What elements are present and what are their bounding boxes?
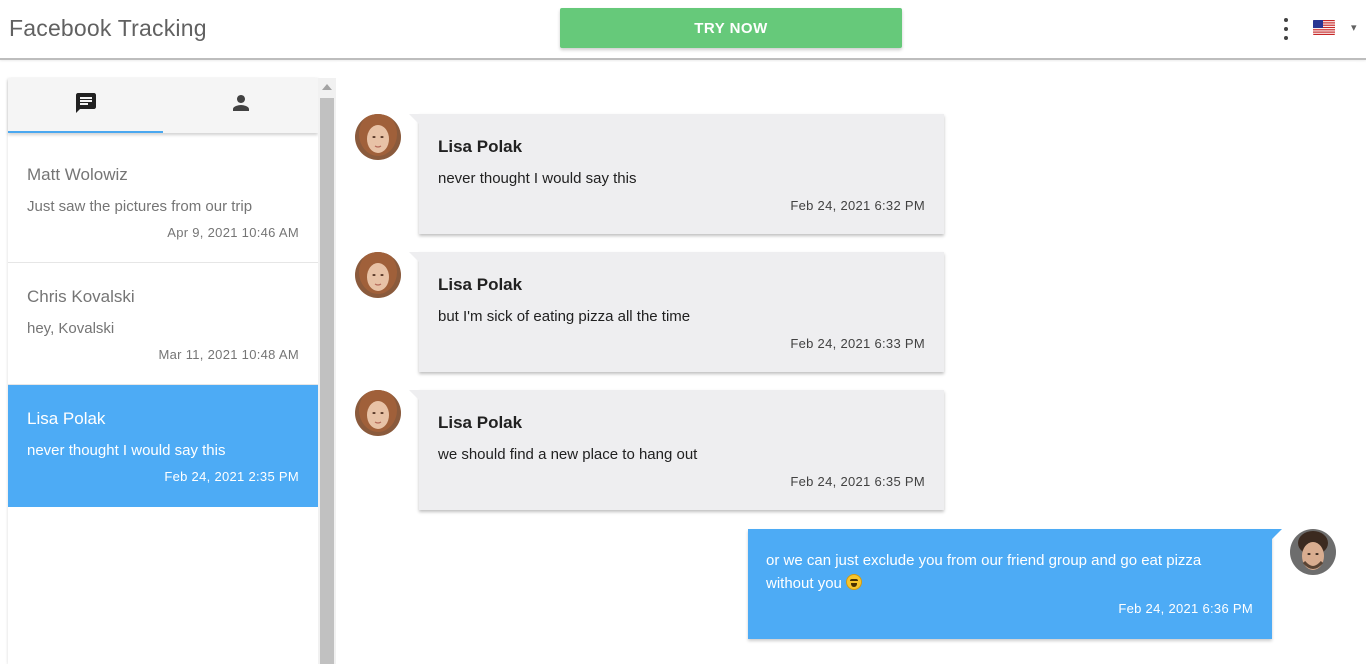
app-header: Facebook Tracking TRY NOW ▾ [0, 0, 1366, 60]
message-text: never thought I would say this [438, 170, 637, 187]
message-text: or we can just exclude you from our frie… [766, 552, 1202, 592]
message-time: Feb 24, 2021 6:36 PM [1118, 601, 1253, 616]
avatar[interactable] [355, 114, 401, 160]
conversation-list: Matt Wolowiz Just saw the pictures from … [8, 141, 318, 507]
chat-panel: Lisa Polak never thought I would say thi… [337, 62, 1356, 664]
conversation-preview: hey, Kovalski [27, 320, 115, 337]
message-bubble: Lisa Polak but I'm sick of eating pizza … [409, 252, 944, 372]
message-bubble: Lisa Polak never thought I would say thi… [409, 114, 944, 234]
tab-messages[interactable] [8, 78, 163, 133]
conversation-date: Apr 9, 2021 10:46 AM [167, 225, 299, 240]
list-item-selected[interactable]: Lisa Polak never thought I would say thi… [8, 385, 318, 507]
laughing-emoji-icon [846, 574, 863, 590]
avatar[interactable] [355, 390, 401, 436]
message-sender: Lisa Polak [438, 413, 523, 432]
conversation-name: Chris Kovalski [27, 287, 135, 306]
message-time: Feb 24, 2021 6:33 PM [790, 336, 925, 351]
conversation-preview: Just saw the pictures from our trip [27, 198, 253, 215]
conversation-preview: never thought I would say this [27, 442, 226, 459]
tab-contacts[interactable] [163, 78, 318, 133]
conversation-date: Mar 11, 2021 10:48 AM [158, 347, 299, 362]
message-time: Feb 24, 2021 6:35 PM [790, 474, 925, 489]
person-icon [229, 91, 253, 120]
conversation-name: Lisa Polak [27, 409, 106, 428]
scrollbar-thumb[interactable] [320, 98, 334, 664]
more-vert-icon[interactable] [1278, 18, 1294, 40]
outgoing-message-bubble: or we can just exclude you from our frie… [748, 529, 1282, 639]
try-now-button[interactable]: TRY NOW [560, 8, 902, 48]
message-text: we should find a new place to hang out [438, 446, 698, 463]
message-sender: Lisa Polak [438, 137, 523, 156]
message-sender: Lisa Polak [438, 275, 523, 294]
avatar[interactable] [355, 252, 401, 298]
scroll-up-icon[interactable] [322, 84, 332, 90]
sidebar-scrollbar[interactable] [318, 78, 336, 664]
list-item[interactable]: Chris Kovalski hey, Kovalski Mar 11, 202… [8, 263, 318, 385]
conversation-sidebar: Matt Wolowiz Just saw the pictures from … [8, 78, 318, 664]
conversation-name: Matt Wolowiz [27, 165, 128, 184]
chevron-down-icon[interactable]: ▾ [1351, 21, 1357, 34]
message-bubble: Lisa Polak we should find a new place to… [409, 390, 944, 510]
message-text: but I'm sick of eating pizza all the tim… [438, 308, 691, 325]
avatar[interactable] [1290, 529, 1336, 575]
list-item[interactable]: Matt Wolowiz Just saw the pictures from … [8, 141, 318, 263]
app-title: Facebook Tracking [9, 15, 207, 41]
message-time: Feb 24, 2021 6:32 PM [790, 198, 925, 213]
us-flag-icon[interactable] [1313, 20, 1335, 35]
conversation-date: Feb 24, 2021 2:35 PM [164, 469, 299, 484]
chat-icon [74, 91, 98, 120]
sidebar-tabs [8, 78, 318, 133]
